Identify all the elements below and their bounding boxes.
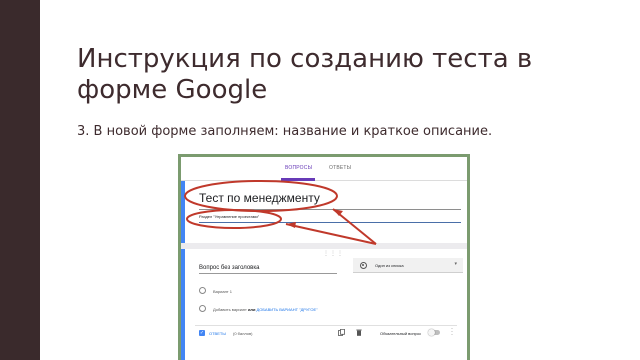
form-editor: ВОПРОСЫ ОТВЕТЫ Тест по менеджменту Разде…: [181, 157, 467, 360]
toggle-knob: [428, 329, 435, 336]
add-option-row: Добавить вариант или ДОБАВИТЬ ВАРИАНТ "Д…: [213, 307, 318, 312]
answer-key-link[interactable]: ОТВЕТЫ: [209, 331, 226, 336]
or-label: или: [247, 307, 256, 312]
form-header-card: Тест по менеджменту Раздел "Управление п…: [181, 181, 467, 243]
option-1-label[interactable]: Вариант 1: [213, 289, 232, 294]
tab-responses[interactable]: ОТВЕТЫ: [329, 165, 351, 171]
question-type-label: Один из списка: [375, 263, 404, 268]
option-radio-icon: [199, 287, 206, 294]
slide-title: Инструкция по созданию теста в форме Goo…: [77, 44, 533, 105]
add-other-link[interactable]: ДОБАВИТЬ ВАРИАНТ "ДРУГОЕ": [257, 307, 318, 312]
required-toggle[interactable]: [428, 329, 440, 336]
duplicate-icon[interactable]: [338, 329, 345, 336]
form-description-underline: [199, 222, 461, 223]
google-form-screenshot: ВОПРОСЫ ОТВЕТЫ Тест по менеджменту Разде…: [178, 154, 470, 360]
slide-accent-bar: [0, 0, 40, 360]
question-type-select[interactable]: Один из списка ▾: [353, 258, 463, 273]
checkbox-icon[interactable]: ✓: [199, 330, 205, 336]
chevron-down-icon: ▾: [454, 261, 457, 267]
required-label: Обязательный вопрос: [380, 331, 422, 336]
form-title-input[interactable]: Тест по менеджменту: [199, 191, 320, 205]
form-description-input[interactable]: Раздел "Управление проектами": [199, 214, 259, 219]
question-title-underline: [199, 273, 337, 274]
add-option-radio-icon: [199, 305, 206, 312]
slide-subtitle: 3. В новой форме заполняем: название и к…: [77, 124, 493, 139]
tab-questions[interactable]: ВОПРОСЫ: [285, 165, 312, 171]
more-vert-icon[interactable]: · · ·: [451, 326, 453, 338]
points-label: (0 баллов): [233, 331, 253, 336]
question-footer-divider: [195, 325, 457, 326]
radio-button-icon: [360, 262, 367, 269]
question-card: ⋮⋮⋮ Вопрос без заголовка Один из списка …: [181, 249, 467, 360]
question-title-input[interactable]: Вопрос без заголовка: [199, 265, 259, 271]
add-option-link[interactable]: Добавить вариант: [213, 307, 247, 312]
form-title-underline: [199, 209, 461, 210]
form-tabs-bar: ВОПРОСЫ ОТВЕТЫ: [181, 157, 467, 181]
drag-handle-icon[interactable]: ⋮⋮⋮: [323, 250, 344, 257]
trash-icon[interactable]: [356, 329, 362, 336]
